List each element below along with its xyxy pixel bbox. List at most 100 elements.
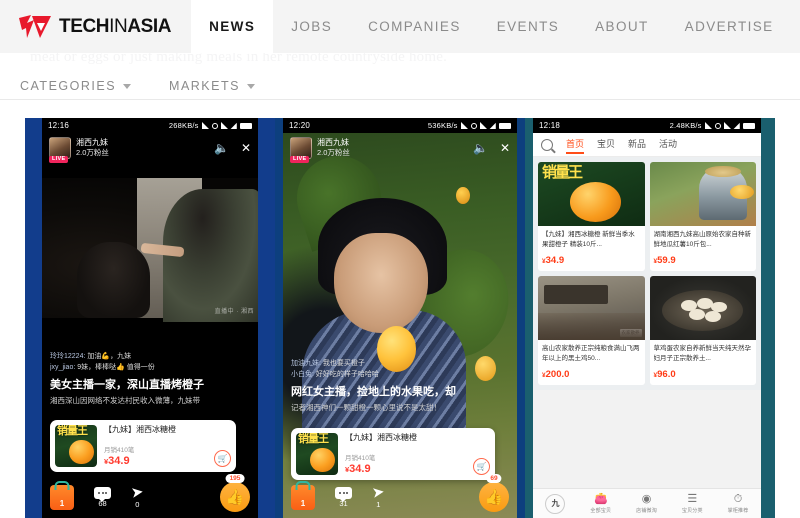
nav-recommended[interactable]: ⏱ 掌柜推荐 — [727, 493, 749, 514]
price-value: 34.9 — [108, 454, 130, 467]
shopping-bag-button[interactable]: 1 — [291, 484, 315, 510]
chat-user: jxy_jiao: — [50, 364, 76, 372]
page-root: meat or eggs or just making meals in her… — [0, 0, 800, 518]
shop-tab-goods[interactable]: 宝贝 — [597, 137, 615, 152]
share-button[interactable]: ➤ 1 — [370, 483, 386, 509]
chevron-down-icon — [246, 83, 255, 89]
product-grid: 销量王 【九妹】湘西冰糖橙 新鲜当季水果甜橙子 精装10斤... ¥34.9 湖… — [533, 157, 761, 390]
nav-item-jobs[interactable]: JOBS — [273, 0, 350, 53]
product-name: 【九妹】湘西冰糖橙 — [345, 433, 417, 442]
video-subtitle: 记者湘西神们一颗甜橙一颗心里说不是太甜！ — [291, 402, 441, 412]
chat-user: 小白兔: — [291, 371, 314, 379]
site-logo[interactable]: TECHINASIA — [0, 0, 172, 53]
product-card-2[interactable]: 销量王 【九妹】湘西冰糖橙 月销410笔 ¥34.9 🛒 — [291, 428, 495, 480]
comment-button[interactable]: 31 — [335, 486, 352, 508]
nav-label: 掌柜推荐 — [727, 507, 749, 514]
orange-graphic — [69, 440, 94, 465]
product-card[interactable]: 农家散养 高山农家散养正宗纯粮食满山飞两年以上的黑土鸡50... ¥200.0 — [538, 276, 645, 385]
nav-shop-home[interactable]: 九 — [545, 493, 566, 514]
comment-button[interactable]: 68 — [94, 486, 111, 508]
pig-subject — [76, 242, 150, 318]
share-button[interactable]: ➤ 0 — [130, 483, 145, 509]
bag-icon: 1 — [50, 484, 74, 510]
network-speed: 536KB/s — [427, 121, 458, 130]
avatar[interactable]: LIVE — [49, 137, 71, 163]
product-card-1[interactable]: 销量王 【九妹】湘西冰糖橙 月销410笔 ¥34.9 🛒 — [50, 420, 236, 472]
nav-label: 店铺微淘 — [636, 507, 657, 514]
nav-item-advertise[interactable]: ADVERTISE — [667, 0, 792, 53]
signal-icon — [201, 122, 209, 129]
shop-bottom-nav: 九 👛 全部宝贝 ◉ 店铺微淘 ☰ 宝贝分类 ⏱ 掌柜推荐 — [533, 488, 761, 518]
chat-text: 9妹，棒棒哒👍 值得一份 — [77, 364, 155, 372]
product-name: 高山农家散养正宗纯粮食满山飞两年以上的黑土鸡50... — [542, 345, 640, 362]
sound-icon[interactable]: 🔈 — [473, 142, 488, 154]
shop-tab-home[interactable]: 首页 — [566, 137, 585, 154]
streamer-meta: 湘西九妹 2.0万粉丝 — [317, 137, 350, 157]
like-button[interactable]: 69 👍 — [479, 474, 509, 512]
product-thumbnail: 销量王 — [296, 433, 338, 475]
video-frame-1[interactable]: 直播中 · 湘西 — [42, 178, 258, 323]
logo-tech: TECH — [59, 15, 110, 37]
status-time: 12:16 — [48, 121, 70, 130]
orange-graphic — [456, 186, 471, 205]
nav-item-companies[interactable]: COMPANIES — [350, 0, 479, 53]
status-indicators: 2.48KB/s ◢ — [670, 121, 755, 130]
live-header-actions: 🔈 ✕ — [473, 142, 510, 154]
alarm-icon — [714, 122, 721, 129]
screenshot-panel-2: 12:20 536KB/s ◢ LIVE 湘西九妹 2.0万粉丝 🔈 ✕ 加油九… — [275, 118, 525, 518]
streamer-name: 湘西九妹 — [317, 137, 349, 147]
close-icon[interactable]: ✕ — [500, 142, 510, 154]
nav-categories[interactable]: ☰ 宝贝分类 — [682, 492, 703, 514]
subnav-categories[interactable]: CATEGORIES — [20, 79, 132, 93]
product-name: 湖南湘西九妹高山原始农家自种新鲜地瓜红薯10斤包... — [653, 231, 752, 248]
video-subtitle: 湘西深山因网络不发达村民收入微薄，九妹带 — [50, 395, 200, 405]
product-image — [649, 162, 756, 226]
add-to-cart-icon[interactable]: 🛒 — [214, 450, 231, 467]
chat-message: 加油九妹: 我也要买橙子 — [291, 358, 509, 369]
nav-shop-feed[interactable]: ◉ 店铺微淘 — [636, 493, 657, 514]
subnav-markets[interactable]: MARKETS — [169, 79, 255, 93]
orange-graphic — [569, 182, 622, 223]
main-nav: NEWS JOBS COMPANIES EVENTS ABOUT ADVERTI… — [191, 0, 791, 53]
chat-user: 加油九妹: — [291, 360, 321, 367]
product-info: 【九妹】湘西冰糖橙 月销410笔 ¥34.9 — [104, 425, 207, 467]
battery-icon — [240, 122, 252, 129]
status-indicators: 536KB/s ◢ — [428, 121, 511, 130]
nav-item-about[interactable]: ABOUT — [577, 0, 667, 53]
article-figure: 12:16 268KB/s ◢ LIVE 湘西九妹 2.0万粉丝 🔈 ✕ 直播中… — [25, 118, 775, 518]
status-indicators: 268KB/s ◢ — [169, 121, 252, 130]
streamer-name: 湘西九妹 — [76, 137, 108, 147]
like-button[interactable]: 195 👍 — [220, 474, 250, 512]
status-bar-3: 12:18 2.48KB/s ◢ — [533, 118, 761, 133]
product-card[interactable]: 湖南湘西九妹高山原始农家自种新鲜地瓜红薯10斤包... ¥59.9 — [649, 162, 757, 271]
logo-in: IN — [109, 15, 128, 37]
status-time: 12:20 — [289, 121, 311, 130]
chat-user: 玲玲12224: — [50, 353, 86, 360]
shopping-bag-button[interactable]: 1 — [50, 484, 74, 510]
nav-item-news[interactable]: NEWS — [191, 0, 274, 53]
nav-item-events[interactable]: EVENTS — [479, 0, 577, 53]
product-card[interactable]: 草鸡蛋农家自养新鲜当天纯天然孕妇月子正宗散养土... ¥96.0 — [649, 276, 756, 385]
close-icon[interactable]: ✕ — [241, 142, 251, 154]
logo-wordmark: TECHINASIA — [59, 15, 172, 38]
battery-icon — [499, 122, 511, 129]
add-to-cart-icon[interactable]: 🛒 — [473, 458, 490, 475]
sound-icon[interactable]: 🔈 — [214, 142, 229, 154]
product-body: 湖南湘西九妹高山原始农家自种新鲜地瓜红薯10斤包... ¥59.9 — [650, 226, 757, 271]
live-chat-1: 玲玲12224: 加油💪，九妹 jxy_jiao: 9妹，棒棒哒👍 值得一份 美… — [50, 351, 250, 406]
product-image: 销量王 — [538, 162, 645, 226]
product-name: 【九妹】湘西冰糖橙 新鲜当季水果甜橙子 精装10斤... — [542, 231, 635, 248]
shop-tab-new[interactable]: 新品 — [628, 137, 646, 152]
site-header: TECHINASIA NEWS JOBS COMPANIES EVENTS AB… — [0, 0, 800, 53]
streamer-fans: 2.0万粉丝 — [317, 147, 350, 157]
shop-tab-activity[interactable]: 活动 — [659, 137, 677, 152]
video-title: 网红女主播，捡地上的水果吃，却 — [291, 386, 456, 399]
product-thumbnail: 销量王 — [55, 425, 97, 467]
search-icon[interactable] — [541, 138, 553, 151]
product-card[interactable]: 销量王 【九妹】湘西冰糖橙 新鲜当季水果甜橙子 精装10斤... ¥34.9 — [538, 162, 645, 271]
nav-all-goods[interactable]: 👛 全部宝贝 — [590, 493, 611, 514]
share-icon: ➤ — [370, 483, 386, 503]
egg-graphic — [688, 309, 705, 321]
avatar[interactable]: LIVE — [290, 137, 312, 163]
list-icon: ☰ — [687, 492, 698, 505]
